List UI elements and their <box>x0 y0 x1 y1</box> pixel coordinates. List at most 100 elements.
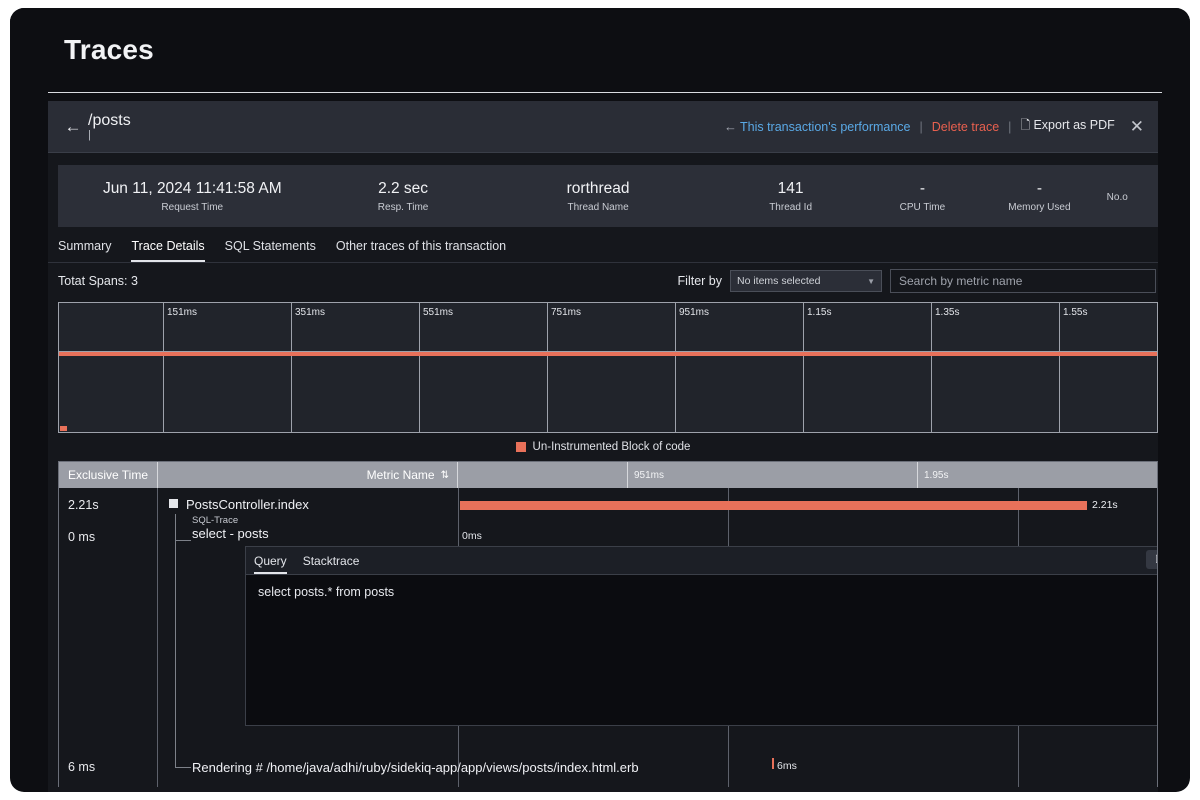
tree-branch <box>175 767 191 768</box>
action-separator-1: | <box>920 120 923 134</box>
overview-tick: 1.15s <box>804 307 831 318</box>
metric-truncated: No.o <box>1099 189 1158 203</box>
column-metric-name-label: Metric Name <box>367 468 435 482</box>
column-exclusive-time[interactable]: Exclusive Time <box>59 462 158 488</box>
metric-thread-id: 141 Thread Id <box>717 179 865 212</box>
metric-value: rorthread <box>480 179 717 198</box>
column-metric-name[interactable]: Metric Name ⇅ <box>158 462 458 488</box>
tab-trace-details[interactable]: Trace Details <box>131 239 204 262</box>
overview-span-marker <box>60 426 67 431</box>
chevron-down-icon: ▼ <box>867 277 875 286</box>
app-window: Traces ← /posts | ←This transaction's pe… <box>10 8 1190 792</box>
metric-label: CPU Time <box>865 202 981 213</box>
sql-detail-pane: Query Stacktrace ❐ Copy select posts.* f… <box>245 546 1158 726</box>
filter-row: Totat Spans: 3 Filter by No items select… <box>48 263 1158 299</box>
metric-value: 141 <box>717 179 865 198</box>
overview-tick: 551ms <box>420 307 453 318</box>
metric-label: No.o <box>1107 192 1158 203</box>
metric-label: Request Time <box>58 202 327 213</box>
export-pdf-button[interactable]: 🗋Export as PDF <box>1020 116 1114 137</box>
sort-icon: ⇅ <box>441 470 449 481</box>
metrics-strip-wrapper: Jun 11, 2024 11:41:58 AM Request Time 2.… <box>48 153 1158 227</box>
span-table-header: Exclusive Time Metric Name ⇅ 951ms 1.95s <box>59 462 1157 488</box>
topbar-actions: ←This transaction's performance | Delete… <box>724 116 1144 137</box>
metric-label: Resp. Time <box>327 202 480 213</box>
metric-request-time: Jun 11, 2024 11:41:58 AM Request Time <box>58 179 327 212</box>
delete-trace-button[interactable]: Delete trace <box>932 120 999 134</box>
export-pdf-label: Export as PDF <box>1033 118 1114 132</box>
copy-button[interactable]: ❐ Copy <box>1146 550 1158 569</box>
route-block: /posts | <box>88 112 131 142</box>
row-exclusive-time: 0 ms <box>59 530 158 544</box>
overview-tick: 151ms <box>164 307 197 318</box>
metric-value: - <box>865 179 981 198</box>
search-input[interactable] <box>890 269 1156 293</box>
filter-select[interactable]: No items selected ▼ <box>730 270 882 292</box>
span-bar-label: 0ms <box>462 530 482 542</box>
sql-query-text: select posts.* from posts <box>246 575 1158 609</box>
span-table: Exclusive Time Metric Name ⇅ 951ms 1.95s <box>58 461 1158 787</box>
metric-resp-time: 2.2 sec Resp. Time <box>327 179 480 212</box>
page-header: Traces <box>10 8 1190 92</box>
route-name: /posts <box>88 112 131 130</box>
filter-by-label: Filter by <box>678 274 722 288</box>
collapse-toggle-icon[interactable] <box>169 499 178 508</box>
tree-stem <box>175 514 176 767</box>
metric-label: Thread Name <box>480 202 717 213</box>
span-bar-rendering <box>772 758 774 769</box>
tab-sql-statements[interactable]: SQL Statements <box>225 239 316 262</box>
metrics-strip: Jun 11, 2024 11:41:58 AM Request Time 2.… <box>58 165 1158 227</box>
overview-tick: 951ms <box>676 307 709 318</box>
overview-tick: 1.55s <box>1060 307 1087 318</box>
total-spans-label: Totat Spans: 3 <box>58 274 138 288</box>
transaction-performance-label: This transaction's performance <box>740 120 911 134</box>
tab-other-traces[interactable]: Other traces of this transaction <box>336 239 506 262</box>
tab-stacktrace[interactable]: Stacktrace <box>303 554 360 574</box>
filter-select-value: No items selected <box>737 275 820 287</box>
sql-detail-tabs: Query Stacktrace ❐ Copy <box>246 547 1158 575</box>
overview-tick: 351ms <box>292 307 325 318</box>
row-name-posts-controller[interactable]: PostsController.index <box>169 497 309 512</box>
trace-panel: ← /posts | ←This transaction's performan… <box>48 101 1158 792</box>
span-table-body: 2.21s PostsController.index 2.21s 0 ms S… <box>59 488 1157 787</box>
overview-tick: 751ms <box>548 307 581 318</box>
timeline-overview[interactable]: 151ms 351ms 551ms 751ms 951ms 1.15s 1.35… <box>58 302 1158 433</box>
overview-tick: 1.35s <box>932 307 959 318</box>
close-icon[interactable]: ✕ <box>1130 117 1144 137</box>
metric-thread-name: rorthread Thread Name <box>480 179 717 212</box>
tab-query[interactable]: Query <box>254 554 287 574</box>
transaction-performance-link[interactable]: ←This transaction's performance <box>724 119 911 134</box>
header-tick-195s: 1.95s <box>918 462 1157 488</box>
tree-branch <box>175 540 191 541</box>
row-name-rendering[interactable]: Rendering # /home/java/adhi/ruby/sidekiq… <box>192 760 639 775</box>
trace-topbar: ← /posts | ←This transaction's performan… <box>48 101 1158 153</box>
tab-summary[interactable]: Summary <box>58 239 111 262</box>
overview-uninstrumented-bar <box>59 352 1157 356</box>
metric-memory-used: - Memory Used <box>980 179 1098 212</box>
document-icon: 🗋 <box>1020 118 1030 132</box>
trace-tabs: Summary Trace Details SQL Statements Oth… <box>48 227 1158 263</box>
metric-label: Memory Used <box>980 202 1098 213</box>
overview-legend: Un-Instrumented Block of code <box>48 433 1158 461</box>
header-timeline-spacer <box>458 462 628 488</box>
row-name-label: PostsController.index <box>186 497 309 512</box>
arrow-left-icon[interactable]: ← <box>58 118 88 135</box>
action-separator-2: | <box>1008 120 1011 134</box>
row-sub-label: SQL-Trace <box>192 515 269 526</box>
row-name-label: select - posts <box>192 526 269 541</box>
metric-cpu-time: - CPU Time <box>865 179 981 212</box>
route-caret: | <box>88 130 131 141</box>
arrow-left-small-icon: ← <box>724 119 737 134</box>
filter-controls: Filter by No items selected ▼ <box>678 269 1156 293</box>
span-bar-label: 2.21s <box>1092 499 1118 511</box>
span-bar-posts-controller <box>460 501 1087 510</box>
page-title: Traces <box>64 34 154 66</box>
span-bar-label: 6ms <box>777 760 797 772</box>
metric-value: Jun 11, 2024 11:41:58 AM <box>58 179 327 198</box>
row-name-label: Rendering # /home/java/adhi/ruby/sidekiq… <box>192 760 639 775</box>
metric-value: 2.2 sec <box>327 179 480 198</box>
header-divider <box>48 92 1162 93</box>
row-name-select-posts[interactable]: SQL-Trace select - posts <box>192 515 269 541</box>
legend-label: Un-Instrumented Block of code <box>533 441 691 453</box>
metric-value: - <box>980 179 1098 198</box>
